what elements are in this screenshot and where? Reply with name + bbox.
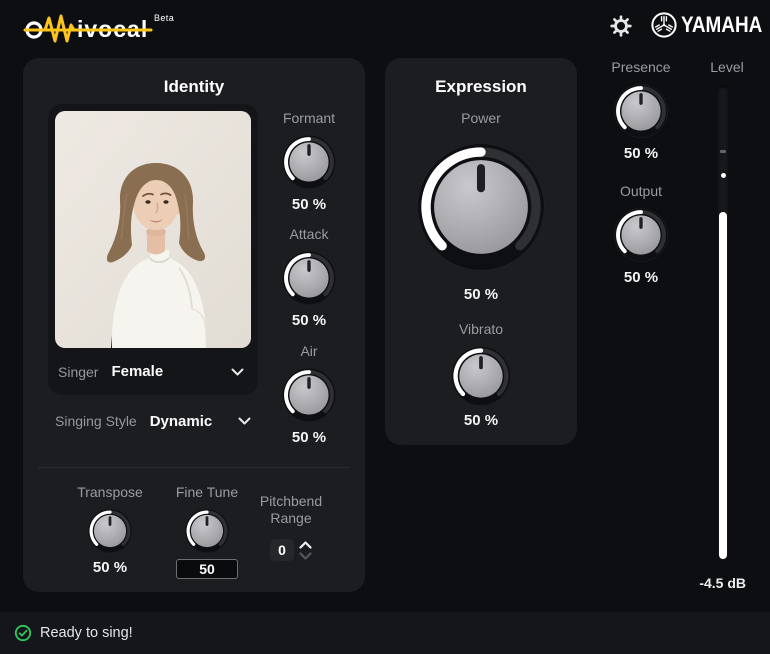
formant-knob[interactable]	[281, 134, 337, 190]
stepper-up-button chevron-up-icon[interactable]	[299, 541, 312, 549]
power-label: Power	[461, 110, 501, 126]
plugin-window: ivocal Beta	[0, 0, 770, 654]
yamaha-wordmark: YAMAHA	[681, 12, 762, 38]
beta-badge: Beta	[154, 13, 174, 23]
status-text: Ready to sing!	[40, 625, 133, 641]
transpose-knob[interactable]	[87, 508, 133, 554]
expression-title: Expression	[385, 77, 577, 97]
output-knob[interactable]	[613, 207, 669, 263]
identity-panel: Identity	[23, 58, 365, 592]
presence-control: Presence 50 %	[591, 59, 691, 162]
presence-value: 50 %	[624, 146, 658, 162]
level-tick-mark	[720, 150, 726, 153]
presence-label: Presence	[611, 59, 670, 75]
settings-gear-icon[interactable]	[610, 15, 632, 37]
output-label: Output	[620, 183, 662, 199]
pitchbend-label-line1: Pitchbend	[260, 493, 322, 509]
air-knob[interactable]	[281, 367, 337, 423]
yamaha-logo: YAMAHA	[650, 11, 770, 39]
attack-knob[interactable]	[281, 250, 337, 306]
attack-value: 50 %	[292, 313, 326, 329]
level-meter-fill	[719, 212, 727, 559]
singer-portrait	[55, 111, 251, 348]
level-peak-dot	[721, 173, 726, 178]
yamaha-emblem-icon	[650, 11, 678, 39]
vibrato-label: Vibrato	[459, 321, 503, 337]
singer-value: Female	[111, 363, 163, 380]
check-circle-icon	[14, 624, 32, 642]
transpose-value: 50 %	[93, 560, 127, 576]
singing-style-value: Dynamic	[150, 413, 213, 430]
vibrato-knob[interactable]	[450, 345, 512, 407]
pitchbend-label-line2: Range	[270, 510, 311, 526]
pitchbend-range-control: Pitchbend Range 0	[241, 493, 341, 561]
fine-tune-knob[interactable]	[184, 508, 230, 554]
output-control: Output 50 %	[591, 183, 691, 286]
singing-style-label: Singing Style	[55, 413, 137, 429]
attack-label: Attack	[290, 226, 329, 242]
singing-style-dropdown[interactable]: Singing Style Dynamic	[55, 405, 251, 437]
level-readout: -4.5 dB	[646, 575, 746, 591]
omnivocal-logo: ivocal Beta	[23, 8, 203, 44]
pitchbend-value-box[interactable]: 0	[270, 539, 294, 561]
output-value: 50 %	[624, 270, 658, 286]
expression-panel: Expression Power 50 % Vibrato 50 %	[385, 58, 577, 445]
air-value: 50 %	[292, 430, 326, 446]
singer-label: Singer	[58, 364, 98, 380]
chevron-down-icon	[231, 368, 244, 376]
fine-tune-label: Fine Tune	[176, 484, 238, 500]
transpose-label: Transpose	[77, 484, 143, 500]
power-value: 50 %	[464, 287, 498, 303]
air-label: Air	[300, 343, 317, 359]
chevron-down-icon	[238, 417, 251, 425]
level-label: Level	[677, 59, 770, 75]
vibrato-value: 50 %	[464, 413, 498, 429]
singer-dropdown[interactable]: Singer Female	[48, 348, 258, 395]
pitchbend-stepper	[299, 541, 312, 560]
formant-label: Formant	[283, 110, 335, 126]
power-knob[interactable]	[414, 140, 548, 274]
section-divider	[38, 467, 350, 468]
presence-knob[interactable]	[613, 83, 669, 139]
formant-value: 50 %	[292, 197, 326, 213]
stepper-down-button chevron-down-icon[interactable]	[299, 552, 312, 560]
level-meter	[717, 85, 729, 561]
identity-title: Identity	[23, 77, 365, 97]
fine-tune-input[interactable]: 50	[176, 559, 238, 579]
singer-photo-card: Singer Female	[48, 104, 258, 395]
status-bar: Ready to sing!	[0, 612, 770, 654]
